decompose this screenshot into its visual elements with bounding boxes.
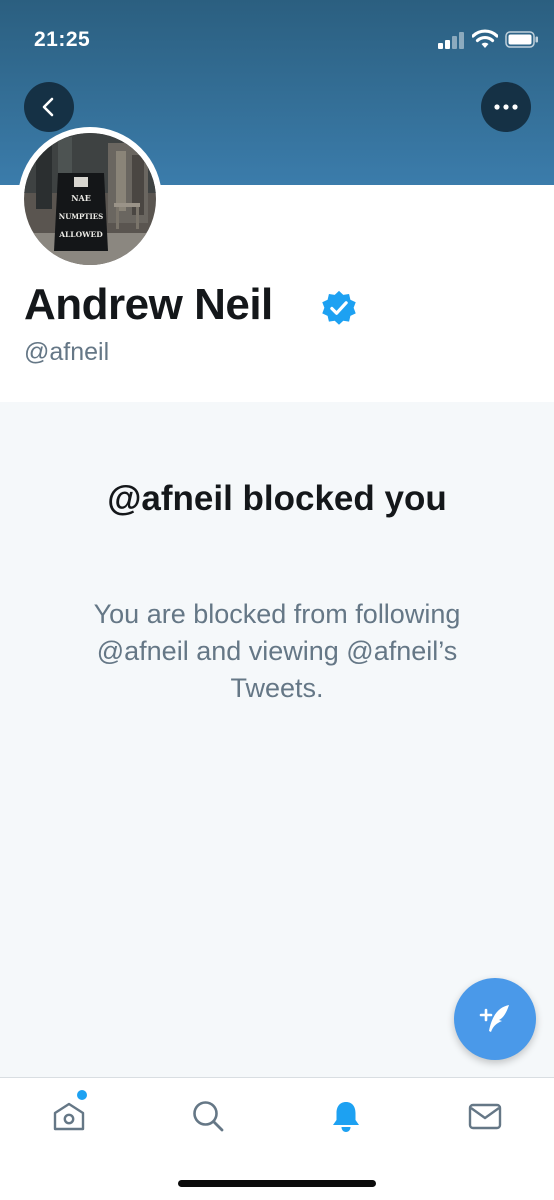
avatar-photo: NAE NUMPTIES ALLOWED — [24, 133, 156, 265]
chevron-left-icon — [42, 97, 54, 117]
battery-icon — [505, 31, 538, 48]
verified-badge-icon — [322, 290, 356, 325]
avatar-sign-line-2: NUMPTIES — [59, 212, 103, 221]
home-indicator[interactable] — [178, 1180, 376, 1187]
compose-tweet-icon — [479, 1005, 509, 1032]
blocked-title: @afneil blocked you — [107, 479, 447, 518]
profile-display-name: Andrew Neil — [24, 280, 273, 329]
bell-icon[interactable] — [328, 1098, 364, 1134]
profile-handle: @afneil — [24, 338, 110, 366]
blocked-message: You are blocked from following @afneil a… — [93, 599, 461, 703]
status-time: 21:25 — [34, 28, 91, 51]
avatar-sign-line-1: NAE — [71, 193, 91, 203]
wifi-icon — [472, 29, 498, 48]
back-button[interactable] — [24, 82, 74, 132]
profile-avatar[interactable]: NAE NUMPTIES ALLOWED — [18, 127, 162, 271]
avatar-sign-line-3: ALLOWED — [58, 230, 103, 239]
cellular-signal-icon — [438, 31, 466, 49]
home-icon[interactable] — [51, 1098, 87, 1134]
compose-tweet-button[interactable] — [454, 978, 536, 1060]
search-icon[interactable] — [190, 1098, 226, 1134]
status-bar: 21:25 — [0, 0, 554, 80]
more-options-button[interactable] — [481, 82, 531, 132]
home-notification-dot — [77, 1090, 87, 1100]
more-horizontal-icon — [494, 104, 518, 110]
mail-icon[interactable] — [467, 1098, 503, 1134]
